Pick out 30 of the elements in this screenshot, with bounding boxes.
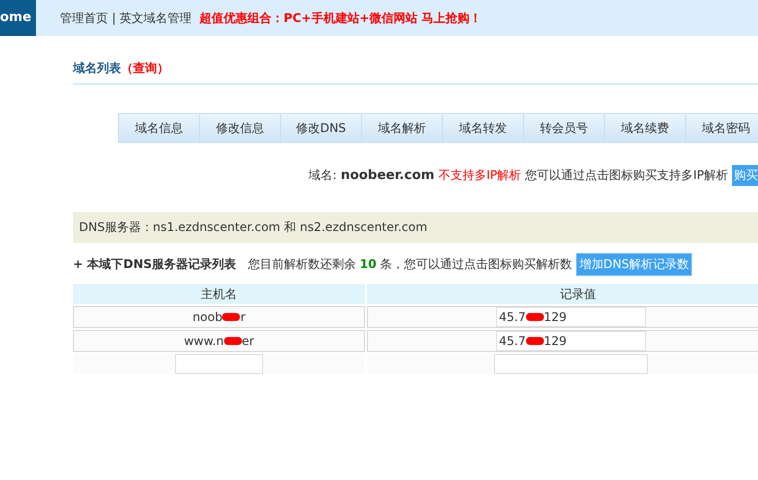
tab[interactable]: 修改DNS [281, 113, 362, 143]
host-text: r [240, 310, 246, 324]
host-text: er [242, 334, 254, 348]
host-input[interactable] [175, 354, 263, 374]
redaction-mark [224, 337, 242, 345]
dns-servers: DNS服务器：ns1.ezdnscenter.com 和 ns2.ezdnscenter.com [73, 212, 758, 243]
home-tab[interactable]: ome [0, 0, 36, 36]
tab[interactable]: 域名续费 [605, 113, 686, 143]
section-title: 域名列表（查询） [73, 60, 758, 85]
tab[interactable]: 转会员号 [524, 113, 605, 143]
redaction-mark [222, 313, 240, 321]
domain-name: noobeer.com [340, 168, 434, 183]
domain-label: 域名: [308, 167, 337, 184]
tab[interactable]: 域名解析 [362, 113, 443, 143]
tab[interactable]: 域名转发 [443, 113, 524, 143]
breadcrumb-nav: 管理首页 | 英文域名管理 [60, 10, 192, 26]
remaining-text: 您目前解析数还剩余 10 条，您可以通过点击图标购买解析数 [248, 256, 572, 273]
value-field[interactable]: 45.7 129 [496, 307, 646, 327]
tab[interactable]: 域名密码 [686, 113, 758, 143]
value-input[interactable] [494, 354, 648, 374]
host-text: noob [192, 310, 222, 324]
warning-text: 不支持多IP解析 [438, 167, 522, 184]
column-header: 记录值 [367, 284, 758, 304]
tab[interactable]: 域名信息 [118, 113, 200, 143]
tab[interactable]: 修改信息 [200, 113, 281, 143]
hint-text: 您可以通过点击图标购买支持多IP解析 [525, 167, 728, 184]
host-text: www.n [184, 334, 224, 348]
value-field[interactable]: 45.7 129 [496, 331, 646, 351]
column-header: 主机名 [73, 284, 365, 304]
records-title: + 本域下DNS服务器记录列表 [73, 256, 236, 273]
